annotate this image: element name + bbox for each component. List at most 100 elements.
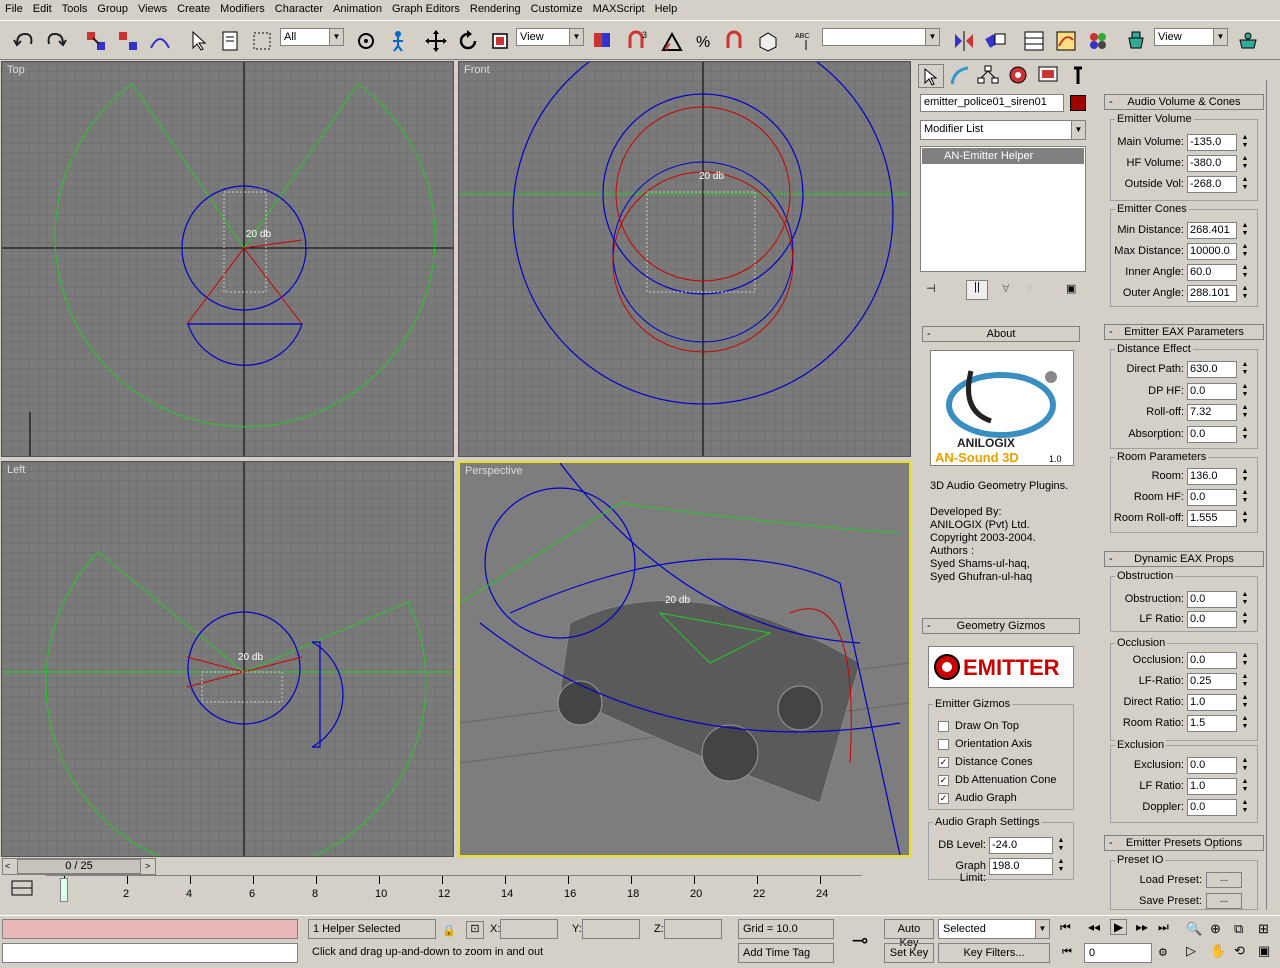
audio-volume-rollout-header[interactable]: - Audio Volume & Cones bbox=[1104, 94, 1264, 110]
angle-snap-icon[interactable] bbox=[658, 27, 684, 53]
ref-coord-dropdown[interactable]: View ▼ bbox=[516, 28, 584, 46]
spinner-absorption[interactable]: 0.0 bbox=[1187, 425, 1237, 443]
layer-manager-icon[interactable] bbox=[1020, 27, 1046, 53]
spinner-arrows-icon[interactable]: ▲ ▼ bbox=[1240, 243, 1250, 260]
redo-icon[interactable] bbox=[42, 27, 68, 53]
spinner-doppler[interactable]: 0.0 bbox=[1187, 799, 1237, 816]
spinner-max-distance[interactable]: 10000.0 bbox=[1187, 243, 1237, 260]
y-field[interactable] bbox=[582, 919, 640, 939]
display-tab-icon[interactable] bbox=[1036, 64, 1062, 88]
scale-icon[interactable] bbox=[486, 27, 512, 53]
rotate-icon[interactable] bbox=[454, 27, 480, 53]
spinner-lf-ratio[interactable]: 1.0 bbox=[1187, 778, 1237, 795]
spinner-arrows-icon[interactable]: ▲ ▼ bbox=[1240, 383, 1250, 400]
spinner-min-distance[interactable]: 268.401 bbox=[1187, 222, 1237, 239]
material-editor-icon[interactable] bbox=[1084, 27, 1110, 53]
track-bar[interactable]: 024681012141618202224 bbox=[46, 875, 862, 905]
utilities-tab-icon[interactable] bbox=[1066, 64, 1092, 88]
checkbox-empty-icon[interactable] bbox=[938, 720, 949, 732]
maximize-toggle-icon[interactable]: ▣ bbox=[1258, 943, 1270, 959]
command-panel-scrollbar[interactable] bbox=[1266, 80, 1278, 910]
spinner-arrows-icon[interactable]: ▲ ▼ bbox=[1240, 673, 1250, 690]
spinner-arrows-icon[interactable]: ▲ ▼ bbox=[1240, 468, 1250, 485]
pan-icon[interactable]: ✋ bbox=[1210, 943, 1226, 959]
make-unique-icon[interactable]: ∀ bbox=[1002, 282, 1010, 295]
select-object-icon[interactable] bbox=[184, 27, 210, 53]
spinner-arrows-icon[interactable]: ▲ ▼ bbox=[1240, 264, 1250, 281]
spinner-room[interactable]: 136.0 bbox=[1187, 468, 1237, 485]
track-bar-toggle-icon[interactable] bbox=[8, 877, 36, 899]
checkbox-empty-icon[interactable] bbox=[938, 738, 949, 750]
bind-spacewarp-icon[interactable] bbox=[146, 27, 172, 53]
render-type-dropdown[interactable]: View ▼ bbox=[1154, 28, 1228, 46]
select-and-manipulate-icon[interactable] bbox=[352, 27, 378, 53]
db-level-spinner[interactable]: -24.0 bbox=[989, 837, 1053, 854]
spinner-arrows-icon[interactable]: ▲ ▼ bbox=[1240, 404, 1250, 421]
next-frame-icon[interactable]: ▸▸ bbox=[1136, 920, 1148, 934]
spinner-lf-ratio[interactable]: 0.0 bbox=[1187, 611, 1237, 628]
load-preset-button[interactable]: ... bbox=[1206, 872, 1242, 888]
spinner-dp-hf[interactable]: 0.0 bbox=[1187, 382, 1237, 400]
mirror-icon[interactable] bbox=[950, 27, 976, 53]
object-name-field[interactable]: emitter_police01_siren01 bbox=[920, 94, 1064, 112]
lock-icon[interactable]: 🔒 bbox=[442, 924, 456, 937]
save-preset-button[interactable]: ... bbox=[1206, 893, 1242, 909]
current-frame-field[interactable]: 0 bbox=[1084, 943, 1152, 963]
dynamic-eax-rollout-header[interactable]: - Dynamic EAX Props bbox=[1104, 551, 1264, 567]
viewport-perspective[interactable]: 20 db Perspective bbox=[458, 461, 911, 857]
spinner-outer-angle[interactable]: 288.101 bbox=[1187, 285, 1237, 302]
spinner-main-volume[interactable]: -135.0 bbox=[1187, 134, 1237, 151]
go-to-start-icon[interactable]: ⏮ bbox=[1060, 920, 1071, 935]
menu-item-character[interactable]: Character bbox=[270, 0, 328, 20]
move-icon[interactable] bbox=[422, 27, 448, 53]
spinner-arrows-icon[interactable]: ▲ ▼ bbox=[1240, 426, 1250, 443]
menu-item-group[interactable]: Group bbox=[92, 0, 133, 20]
spinner-arrows-icon[interactable]: ▲ ▼ bbox=[1240, 285, 1250, 302]
key-mode-toggle-icon[interactable]: ⏮ bbox=[1062, 946, 1072, 959]
z-field[interactable] bbox=[664, 919, 722, 939]
curve-editor-icon[interactable] bbox=[1052, 27, 1078, 53]
selection-filter-dropdown[interactable]: All ▼ bbox=[280, 28, 344, 46]
snap-3d-icon[interactable]: 3 bbox=[624, 27, 650, 53]
spinner-arrows-icon[interactable]: ▲ ▼ bbox=[1240, 489, 1250, 506]
menu-item-rendering[interactable]: Rendering bbox=[465, 0, 526, 20]
viewport-left[interactable]: 20 db Left bbox=[1, 461, 454, 857]
menu-item-tools[interactable]: Tools bbox=[57, 0, 93, 20]
spinner-arrows-icon[interactable]: ▲ ▼ bbox=[1240, 222, 1250, 239]
spinner-snap-icon[interactable] bbox=[722, 27, 748, 53]
percent-snap-icon[interactable]: % bbox=[690, 27, 716, 53]
spinner-arrows-icon[interactable]: ▲ ▼ bbox=[1240, 176, 1250, 193]
modify-tab-icon[interactable] bbox=[948, 64, 974, 88]
gizmo-checkbox-audio-graph[interactable]: ✓ Audio Graph bbox=[938, 792, 1017, 804]
spinner-hf-volume[interactable]: -380.0 bbox=[1187, 155, 1237, 172]
menu-item-edit[interactable]: Edit bbox=[28, 0, 57, 20]
spinner-room-roll-off[interactable]: 1.555 bbox=[1187, 510, 1237, 527]
menu-item-customize[interactable]: Customize bbox=[526, 0, 588, 20]
stack-item[interactable]: AN-Emitter Helper bbox=[922, 148, 1084, 164]
key-filters-button[interactable]: Key Filters... bbox=[938, 943, 1050, 963]
fov-icon[interactable]: ▷ bbox=[1186, 943, 1196, 959]
menu-item-animation[interactable]: Animation bbox=[328, 0, 387, 20]
spinner-arrows-icon[interactable]: ▲ ▼ bbox=[1056, 858, 1066, 875]
play-icon[interactable]: ▶ bbox=[1110, 919, 1128, 935]
spinner-arrows-icon[interactable]: ▲ ▼ bbox=[1240, 361, 1250, 378]
time-config-icon[interactable]: ⚙ bbox=[1158, 946, 1168, 959]
spinner-room-ratio[interactable]: 1.5 bbox=[1187, 715, 1237, 732]
transform-mode-icon[interactable]: ⊡ bbox=[466, 921, 484, 939]
previous-frame-icon[interactable]: ◂◂ bbox=[1088, 920, 1100, 934]
spinner-arrows-icon[interactable]: ▲ ▼ bbox=[1240, 778, 1250, 795]
viewport-top[interactable]: 20 db Top bbox=[1, 61, 454, 457]
menu-item-maxscript[interactable]: MAXScript bbox=[588, 0, 650, 20]
configure-sets-icon[interactable]: ▣ bbox=[1066, 282, 1076, 295]
key-selection-dropdown[interactable]: Selected ▼ bbox=[938, 919, 1050, 939]
create-tab-icon[interactable] bbox=[918, 64, 944, 88]
key-mode-icon[interactable]: ⊸ bbox=[840, 928, 880, 956]
geometry-gizmos-rollout-header[interactable]: - Geometry Gizmos bbox=[922, 618, 1080, 634]
named-selection-icon[interactable]: ABC bbox=[792, 27, 818, 53]
viewport-front-label[interactable]: Front bbox=[464, 64, 490, 76]
viewport-front[interactable]: 20 db Front bbox=[458, 61, 911, 457]
spinner-obstruction[interactable]: 0.0 bbox=[1187, 591, 1237, 608]
current-frame-marker[interactable] bbox=[60, 878, 68, 902]
viewport-left-label[interactable]: Left bbox=[7, 464, 25, 476]
viewport-top-label[interactable]: Top bbox=[7, 64, 25, 76]
